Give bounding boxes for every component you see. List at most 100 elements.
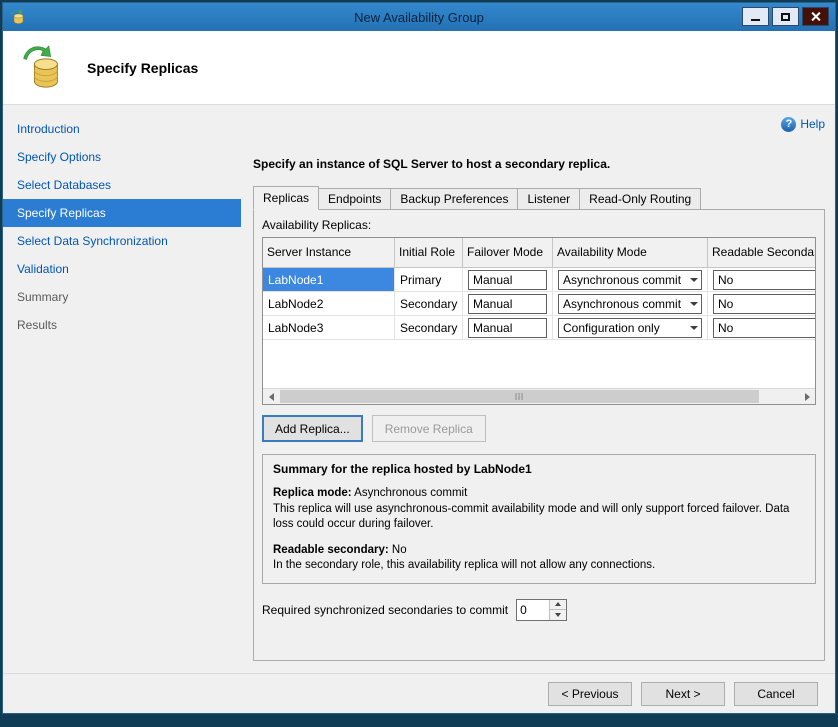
horizontal-scrollbar[interactable]	[263, 388, 815, 404]
help-icon: ?	[781, 117, 796, 132]
readable-secondary-cell[interactable]: No	[708, 268, 816, 291]
add-replica-button[interactable]: Add Replica...	[262, 415, 363, 442]
availability-mode-combo[interactable]: Configuration only	[558, 318, 702, 338]
sidebar-item-specify-replicas[interactable]: Specify Replicas	[3, 199, 241, 227]
next-button[interactable]: Next >	[641, 682, 725, 706]
failover-mode-combo[interactable]: Manual	[468, 270, 547, 290]
replica-mode-description: This replica will use asynchronous-commi…	[273, 502, 805, 533]
failover-mode-cell[interactable]: Manual	[463, 292, 553, 315]
sidebar-item-select-data-synchronization[interactable]: Select Data Synchronization	[3, 227, 241, 255]
tab-strip: Replicas Endpoints Backup Preferences Li…	[253, 186, 825, 210]
combo-value: Asynchronous commit	[563, 297, 681, 311]
tab-read-only-routing[interactable]: Read-Only Routing	[579, 188, 701, 210]
maximize-button[interactable]	[772, 7, 799, 26]
dialog-window: New Availability Group Specify Replicas	[2, 2, 836, 714]
tab-listener[interactable]: Listener	[517, 188, 580, 210]
readable-secondary-value: No	[392, 544, 407, 556]
cancel-button[interactable]: Cancel	[734, 682, 818, 706]
combo-value: Asynchronous commit	[563, 273, 681, 287]
chevron-down-icon[interactable]	[686, 271, 701, 289]
grid-header-row: Server Instance Initial Role Failover Mo…	[263, 238, 816, 268]
previous-button[interactable]: < Previous	[548, 682, 632, 706]
combo-value: Manual	[473, 273, 512, 287]
required-secondaries-input[interactable]	[517, 600, 549, 620]
combo-value: No	[718, 321, 733, 335]
grid-row-labnode1[interactable]: LabNode1 Primary Manual Asynchronous com…	[263, 268, 816, 292]
initial-role-cell[interactable]: Secondary	[395, 316, 463, 339]
close-icon	[810, 11, 821, 22]
wizard-steps-sidebar: Introduction Specify Options Select Data…	[3, 105, 241, 673]
server-instance-cell[interactable]: LabNode1	[263, 268, 395, 291]
combo-value: Manual	[473, 321, 512, 335]
minimize-button[interactable]	[742, 7, 769, 26]
database-refresh-icon	[21, 45, 67, 91]
minimize-icon	[751, 19, 760, 21]
tab-backup-preferences[interactable]: Backup Preferences	[390, 188, 518, 210]
sidebar-item-select-databases[interactable]: Select Databases	[3, 171, 241, 199]
failover-mode-combo[interactable]: Manual	[468, 318, 547, 338]
sidebar-item-validation[interactable]: Validation	[3, 255, 241, 283]
initial-role-cell[interactable]: Primary	[395, 268, 463, 291]
scroll-right-arrow[interactable]	[799, 389, 815, 404]
wizard-header: Specify Replicas	[3, 31, 835, 105]
readable-secondary-combo[interactable]: No	[713, 318, 816, 338]
desktop-background: New Availability Group Specify Replicas	[0, 0, 838, 727]
sidebar-item-specify-options[interactable]: Specify Options	[3, 143, 241, 171]
scroll-left-arrow[interactable]	[263, 389, 279, 404]
replica-mode-value: Asynchronous commit	[354, 487, 467, 499]
chevron-down-icon[interactable]	[686, 295, 701, 313]
help-label[interactable]: Help	[800, 117, 825, 131]
chevron-down-icon[interactable]	[686, 319, 701, 337]
availability-mode-combo[interactable]: Asynchronous commit	[558, 294, 702, 314]
grid-row-labnode3[interactable]: LabNode3 Secondary Manual Configuration …	[263, 316, 816, 340]
availability-mode-cell[interactable]: Configuration only	[553, 316, 708, 339]
required-secondaries-label: Required synchronized secondaries to com…	[262, 603, 508, 617]
column-header-initial-role[interactable]: Initial Role	[395, 238, 463, 267]
failover-mode-cell[interactable]: Manual	[463, 268, 553, 291]
grid-row-labnode2[interactable]: LabNode2 Secondary Manual Asynchronous c…	[263, 292, 816, 316]
spin-down-button[interactable]	[550, 609, 566, 620]
readable-secondary-description: In the secondary role, this availability…	[273, 558, 805, 574]
spin-up-button[interactable]	[550, 600, 566, 610]
grid-empty-area	[263, 340, 816, 390]
replica-mode-line: Replica mode: Asynchronous commit	[273, 486, 805, 502]
sidebar-item-introduction[interactable]: Introduction	[3, 115, 241, 143]
close-button[interactable]	[802, 7, 829, 26]
required-secondaries-row: Required synchronized secondaries to com…	[262, 599, 816, 621]
column-header-failover-mode[interactable]: Failover Mode	[463, 238, 553, 267]
remove-replica-button: Remove Replica	[372, 415, 486, 442]
combo-value: Manual	[473, 297, 512, 311]
readable-secondary-label: Readable secondary:	[273, 544, 389, 556]
tab-replicas[interactable]: Replicas	[253, 186, 319, 210]
initial-role-cell[interactable]: Secondary	[395, 292, 463, 315]
tab-endpoints[interactable]: Endpoints	[318, 188, 391, 210]
combo-value: No	[718, 273, 733, 287]
spin-buttons	[549, 600, 566, 620]
readable-secondary-combo[interactable]: No	[713, 270, 816, 290]
column-header-readable-secondary[interactable]: Readable Secondar	[708, 238, 816, 267]
required-secondaries-spinner	[516, 599, 567, 621]
sidebar-item-results: Results	[3, 311, 241, 339]
server-instance-cell[interactable]: LabNode3	[263, 316, 395, 339]
availability-mode-cell[interactable]: Asynchronous commit	[553, 292, 708, 315]
main-content: ? Help Specify an instance of SQL Server…	[241, 105, 838, 673]
dialog-body: Introduction Specify Options Select Data…	[3, 105, 835, 673]
column-header-server-instance[interactable]: Server Instance	[263, 238, 395, 267]
readable-secondary-combo[interactable]: No	[713, 294, 816, 314]
server-instance-cell[interactable]: LabNode2	[263, 292, 395, 315]
column-header-availability-mode[interactable]: Availability Mode	[553, 238, 708, 267]
titlebar[interactable]: New Availability Group	[3, 3, 835, 31]
combo-value: Configuration only	[563, 321, 660, 335]
replicas-tab-panel: Availability Replicas: Server Instance I…	[253, 209, 825, 661]
failover-mode-cell[interactable]: Manual	[463, 316, 553, 339]
scroll-thumb[interactable]	[280, 390, 759, 403]
maximize-icon	[781, 13, 790, 21]
page-title: Specify Replicas	[87, 60, 198, 76]
failover-mode-combo[interactable]: Manual	[468, 294, 547, 314]
help-link[interactable]: ? Help	[253, 115, 825, 133]
readable-secondary-cell[interactable]: No	[708, 292, 816, 315]
availability-mode-cell[interactable]: Asynchronous commit	[553, 268, 708, 291]
combo-value: No	[718, 297, 733, 311]
availability-mode-combo[interactable]: Asynchronous commit	[558, 270, 702, 290]
readable-secondary-cell[interactable]: No	[708, 316, 816, 339]
